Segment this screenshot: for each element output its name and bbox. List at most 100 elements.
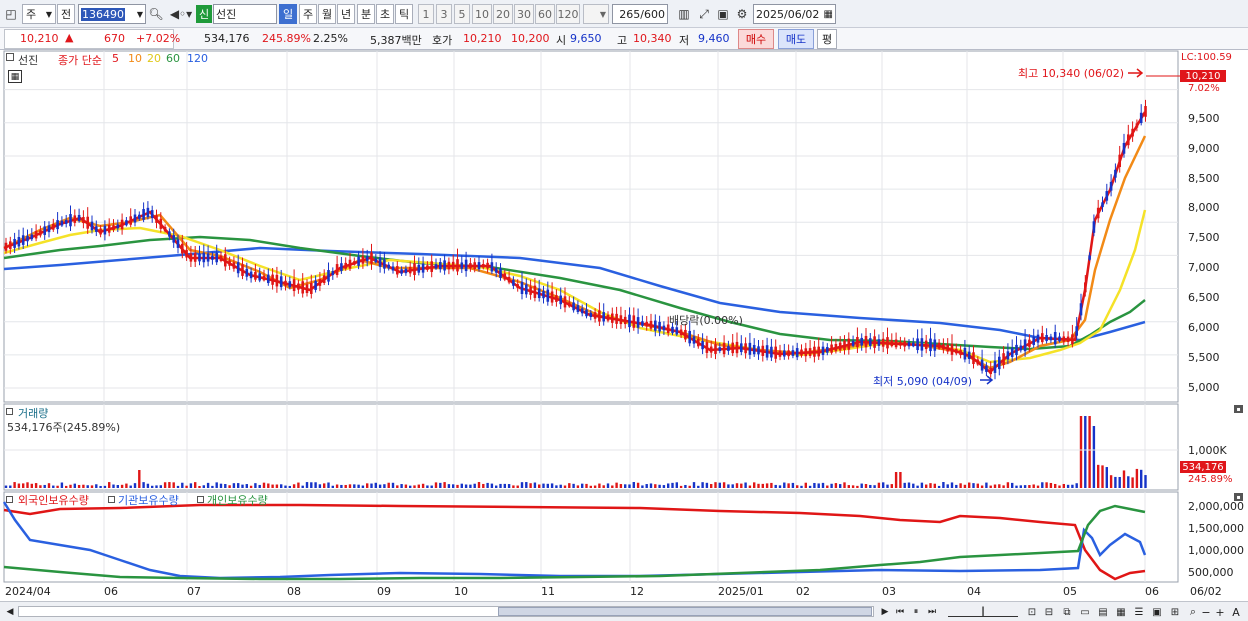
volume-bar [873, 485, 876, 488]
volume-bar [791, 482, 795, 488]
list-icon[interactable]: ☰ [1132, 605, 1146, 619]
candle-body [877, 339, 881, 346]
candle-body [1092, 221, 1096, 233]
minute-option-1[interactable]: 1 [418, 4, 434, 24]
zoom-slider[interactable]: ┃ [948, 607, 1018, 617]
timeframe-second[interactable]: 초 [376, 4, 394, 24]
minute-option-30[interactable]: 30 [514, 4, 534, 24]
volume-bar [370, 483, 373, 488]
candle-body [1131, 128, 1134, 137]
candle-body [142, 209, 145, 220]
timeframe-minute[interactable]: 분 [357, 4, 375, 24]
speaker-icon[interactable]: ◀◦▾ [168, 4, 194, 24]
search-icon[interactable]: 🔍︎ [147, 4, 165, 24]
volume-bar [211, 485, 214, 488]
timeframe-week[interactable]: 주 [299, 4, 317, 24]
split-icon[interactable]: ⊟ [1042, 605, 1056, 619]
minute-option-120[interactable]: 120 [556, 4, 580, 24]
panel-menu-icon[interactable] [6, 408, 13, 415]
calculator-icon[interactable]: ▦ [8, 70, 22, 83]
date-field[interactable]: 2025/06/02 ▦ [753, 4, 836, 24]
volume-bar [1002, 485, 1005, 488]
sell-button[interactable]: 매도 [778, 29, 814, 49]
stock-name-tag: 선진 [18, 54, 39, 67]
minute-option-60[interactable]: 60 [535, 4, 555, 24]
candle-body [13, 238, 16, 248]
copy-icon[interactable]: ⧉ [1060, 605, 1074, 619]
candle-body [1071, 334, 1074, 345]
candle-body [623, 316, 627, 325]
timeframe-year[interactable]: 년 [337, 4, 355, 24]
zoom-search-icon[interactable]: ⌕ [1186, 605, 1200, 619]
minute-option-3[interactable]: 3 [436, 4, 452, 24]
volume-bar [563, 485, 567, 488]
fit-icon[interactable]: ⊞ [1168, 605, 1182, 619]
volume-bar [533, 482, 537, 488]
buy-button[interactable]: 매수 [738, 29, 774, 49]
panel-menu-icon[interactable] [6, 496, 13, 503]
jump-end-icon[interactable]: ⏭ [925, 605, 939, 619]
prev-button[interactable]: 전 [57, 4, 75, 24]
zoom-out-icon[interactable]: − [1200, 605, 1212, 619]
volume-bar [998, 484, 1001, 488]
foreign-holdings-label: 외국인보유수량 [18, 494, 89, 507]
eval-button[interactable]: 평 [817, 29, 837, 49]
table-icon[interactable]: ▦ [1114, 605, 1128, 619]
panel-menu-icon[interactable] [108, 496, 115, 503]
minute-option-20[interactable]: 20 [493, 4, 513, 24]
window-icon[interactable]: ◰ [2, 4, 20, 24]
candle-type-icon[interactable]: ▥ [674, 4, 694, 24]
gear-icon[interactable]: ⚙ [733, 4, 751, 24]
volume-bar [942, 482, 945, 488]
panel-menu-icon[interactable] [197, 496, 204, 503]
panel-close-icon[interactable]: ▪ [1234, 405, 1243, 413]
panel-icon[interactable]: ▣ [1150, 605, 1164, 619]
candle-body [830, 344, 833, 353]
chart-area[interactable]: 선진 종가 단순 5 10 20 60 120 ▦ 최고 10,340 (06/… [0, 50, 1248, 601]
pause-icon[interactable]: ⏸ [909, 605, 923, 619]
candle-body [494, 267, 498, 273]
volume-bar [146, 483, 150, 488]
timeframe-tick[interactable]: 틱 [395, 4, 413, 24]
candle-body [542, 291, 545, 299]
stock-code-input[interactable]: 136490 ▼ [78, 4, 146, 24]
jump-start-icon[interactable]: ⏮ [893, 605, 907, 619]
candle-body [254, 271, 257, 280]
volume-bar [159, 485, 162, 488]
zoom-in-icon[interactable]: + [1214, 605, 1226, 619]
volume-bar [176, 485, 180, 488]
layout-icon[interactable]: ⊡ [1025, 605, 1039, 619]
minute-option-10[interactable]: 10 [472, 4, 492, 24]
candle-body [1002, 353, 1005, 365]
grid-icon[interactable]: ▤ [1096, 605, 1110, 619]
volume-bar [753, 482, 756, 488]
volume-bar [697, 485, 700, 488]
stock-name-field[interactable]: 선진 [213, 4, 277, 24]
timeframe-month[interactable]: 월 [318, 4, 336, 24]
panel-menu-icon[interactable] [6, 53, 14, 61]
candle-body [744, 343, 747, 354]
extra-select[interactable]: ▼ [583, 4, 609, 24]
font-size-icon[interactable]: A [1229, 605, 1243, 619]
save-icon[interactable]: ▣ [714, 4, 732, 24]
volume-bar [667, 483, 670, 488]
volume-bar [314, 482, 317, 488]
period-select[interactable]: 주 ▼ [22, 4, 56, 24]
candle-body [813, 346, 816, 357]
volume-bar [228, 485, 231, 488]
candle-body [47, 225, 51, 233]
candle-body [602, 312, 605, 322]
candle-body [817, 346, 820, 357]
volume-bar [469, 484, 472, 488]
volume-bar [477, 482, 481, 488]
count-field[interactable]: 265/600 [612, 4, 668, 24]
scroll-left-icon[interactable]: ◀ [4, 605, 16, 618]
volume-bar [434, 482, 438, 488]
candle-body [477, 262, 481, 270]
scrollbar-thumb[interactable] [498, 607, 872, 616]
window-icon[interactable]: ▭ [1078, 605, 1092, 619]
minute-option-5[interactable]: 5 [454, 4, 470, 24]
timeframe-day[interactable]: 일 [279, 4, 297, 24]
draw-tool-icon[interactable]: ⤢ [695, 4, 713, 24]
scroll-right-icon[interactable]: ▶ [878, 605, 892, 619]
